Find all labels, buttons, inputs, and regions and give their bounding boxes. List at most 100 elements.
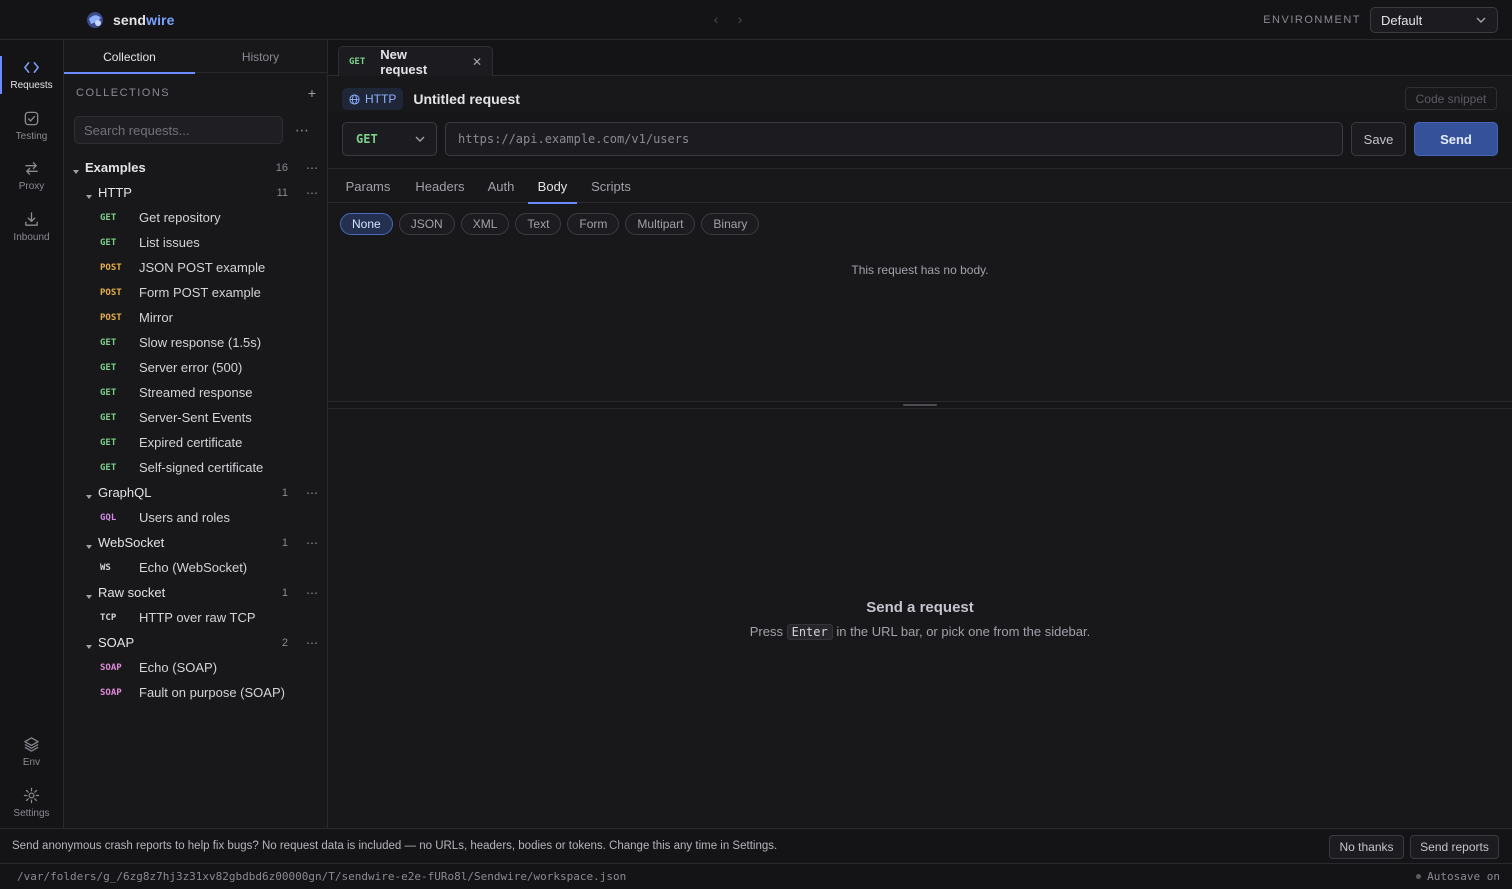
method-select[interactable]: GET <box>342 122 437 156</box>
add-collection-icon[interactable]: + <box>308 85 316 101</box>
tab-headers[interactable]: Headers <box>409 169 471 203</box>
more-options-icon[interactable]: ⋯ <box>295 122 309 139</box>
request-item[interactable]: GET Get repository <box>64 205 327 230</box>
body-type-form[interactable]: Form <box>567 213 620 235</box>
tab-auth[interactable]: Auth <box>481 169 521 203</box>
request-name: Fault on purpose (SOAP) <box>139 685 285 700</box>
tab-collection[interactable]: Collection <box>64 40 195 74</box>
send-button[interactable]: Send <box>1414 122 1498 156</box>
more-options-icon[interactable]: ⋯ <box>306 186 318 200</box>
gear-icon <box>23 787 40 804</box>
request-item[interactable]: WS Echo (WebSocket) <box>64 555 327 580</box>
body-type-multipart[interactable]: Multipart <box>625 213 696 235</box>
status-bar: /var/folders/g_/6zg8z7hj3z31xv82gbdbd6z0… <box>0 864 1512 889</box>
environment-select[interactable]: Default <box>1370 7 1498 33</box>
rail-settings[interactable]: Settings <box>0 780 63 826</box>
no-thanks-button[interactable]: No thanks <box>1329 835 1404 859</box>
body-type-none[interactable]: None <box>340 213 393 235</box>
body-type-binary[interactable]: Binary <box>701 213 760 235</box>
drag-grip[interactable] <box>903 404 937 406</box>
app-name: sendwire <box>113 12 175 28</box>
back-arrow-icon[interactable]: ‹ <box>710 11 722 27</box>
folder-row[interactable]: GraphQL 1 ⋯ <box>64 480 327 505</box>
environment-value: Default <box>1381 12 1423 28</box>
request-name: Get repository <box>139 210 221 225</box>
folder-row[interactable]: WebSocket 1 ⋯ <box>64 530 327 555</box>
rail-proxy[interactable]: Proxy <box>0 153 63 199</box>
folder-count: 1 <box>281 586 288 599</box>
close-icon[interactable]: ✕ <box>472 55 482 69</box>
request-item[interactable]: GET Self-signed certificate <box>64 455 327 480</box>
url-bar: GET Save Send <box>328 112 1512 169</box>
request-item[interactable]: GET Server error (500) <box>64 355 327 380</box>
more-options-icon[interactable]: ⋯ <box>306 161 318 175</box>
protocol-badge[interactable]: HTTP <box>342 88 404 110</box>
method-label: GET <box>100 462 117 473</box>
rail-label: Settings <box>13 808 50 819</box>
method-label: POST <box>100 312 122 323</box>
request-item[interactable]: TCP HTTP over raw TCP <box>64 605 327 630</box>
request-item[interactable]: SOAP Fault on purpose (SOAP) <box>64 680 327 705</box>
chevron-down-icon <box>1476 17 1486 23</box>
method-label: GET <box>100 362 117 373</box>
crash-report-banner: Send anonymous crash reports to help fix… <box>0 828 1512 864</box>
rail-env[interactable]: Env <box>0 729 63 775</box>
more-options-icon[interactable]: ⋯ <box>306 486 318 500</box>
method-label: POST <box>100 287 122 298</box>
rail-testing[interactable]: Testing <box>0 103 63 149</box>
body-type-text[interactable]: Text <box>515 213 562 235</box>
folder-row[interactable]: Raw socket 1 ⋯ <box>64 580 327 605</box>
method-label: GET <box>349 56 366 67</box>
request-title[interactable]: Untitled request <box>413 91 520 107</box>
method-label: GET <box>100 437 117 448</box>
url-input[interactable] <box>445 122 1343 156</box>
rail-inbound[interactable]: Inbound <box>0 204 63 250</box>
request-item[interactable]: GET Slow response (1.5s) <box>64 330 327 355</box>
request-name: Streamed response <box>139 385 253 400</box>
swap-arrows-icon <box>25 162 38 175</box>
request-item[interactable]: GET Server-Sent Events <box>64 405 327 430</box>
pane-resize-handle[interactable] <box>328 401 1512 409</box>
request-item[interactable]: GET Expired certificate <box>64 430 327 455</box>
request-item[interactable]: POST Form POST example <box>64 280 327 305</box>
collection-root[interactable]: Examples 16 ⋯ <box>64 155 327 180</box>
send-reports-button[interactable]: Send reports <box>1410 835 1499 859</box>
rail-label: Proxy <box>18 181 45 192</box>
request-name: Slow response (1.5s) <box>139 335 262 350</box>
request-name: Users and roles <box>139 510 231 525</box>
more-options-icon[interactable]: ⋯ <box>306 586 318 600</box>
tab-body[interactable]: Body <box>528 169 577 204</box>
body-type-xml[interactable]: XML <box>460 213 510 235</box>
forward-arrow-icon[interactable]: › <box>734 11 746 27</box>
folder-count: 16 <box>275 161 288 174</box>
request-item[interactable]: GET List issues <box>64 230 327 255</box>
rail-requests[interactable]: Requests <box>0 52 63 98</box>
folder-count: 11 <box>276 186 288 199</box>
request-item[interactable]: POST JSON POST example <box>64 255 327 280</box>
request-title-row: HTTP Untitled request <box>342 88 520 110</box>
method-label: SOAP <box>100 662 122 673</box>
more-options-icon[interactable]: ⋯ <box>306 636 318 650</box>
code-snippet-button[interactable]: Code snippet <box>1405 87 1497 110</box>
folder-row[interactable]: SOAP 2 ⋯ <box>64 630 327 655</box>
tab-params[interactable]: Params <box>342 169 394 203</box>
request-item[interactable]: GET Streamed response <box>64 380 327 405</box>
search-input[interactable] <box>74 116 283 144</box>
body-type-json[interactable]: JSON <box>398 213 455 235</box>
tab-scripts[interactable]: Scripts <box>585 169 637 203</box>
open-request-tab[interactable]: GET New request ✕ <box>338 46 493 77</box>
layers-icon <box>24 737 39 752</box>
request-item[interactable]: POST Mirror <box>64 305 327 330</box>
save-button[interactable]: Save <box>1351 122 1406 156</box>
protocol-label: HTTP <box>365 92 397 106</box>
method-label: POST <box>100 262 122 273</box>
request-item[interactable]: SOAP Echo (SOAP) <box>64 655 327 680</box>
more-options-icon[interactable]: ⋯ <box>306 536 318 550</box>
download-icon <box>25 212 38 226</box>
response-empty-title: Send a request <box>866 599 974 616</box>
folder-row[interactable]: HTTP 11 ⋯ <box>64 180 327 205</box>
tab-history[interactable]: History <box>195 40 326 73</box>
request-item[interactable]: GQL Users and roles <box>64 505 327 530</box>
globe-icon <box>349 93 360 105</box>
request-section-tabs: Params Headers Auth Body Scripts <box>328 169 1512 204</box>
